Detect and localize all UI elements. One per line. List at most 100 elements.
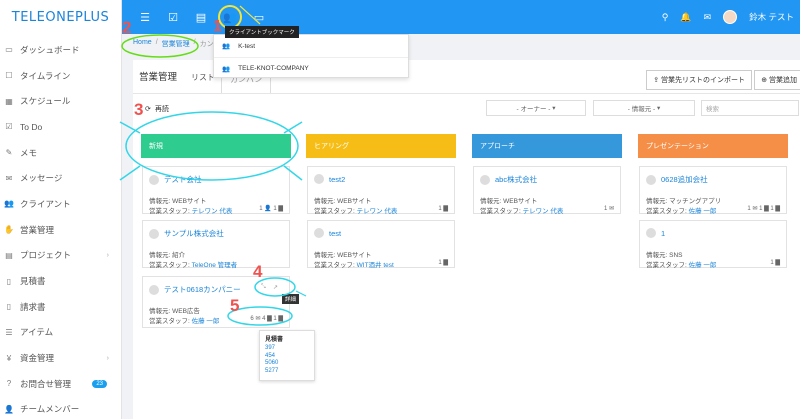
- card-counts: 1 ▇: [438, 206, 448, 212]
- annotation-number: 4: [253, 262, 263, 281]
- staff-link[interactable]: 佐藤 一郎: [192, 318, 220, 325]
- sidebar-item-team[interactable]: 👤 チームメンバー: [0, 397, 121, 419]
- search-icon[interactable]: ⚲: [662, 12, 669, 23]
- kanban-card[interactable]: テスト0618カンパニー ⤡ ↗ 情報元: WEB広告 営業スタッフ: 佐藤 一…: [142, 276, 290, 328]
- page-title: 営業管理: [139, 72, 178, 83]
- sidebar-item-invoice[interactable]: ▯ 請求書: [0, 294, 121, 320]
- avatar: [646, 228, 656, 238]
- kanban-card[interactable]: abc株式会社 情報元: WEBサイト 営業スタッフ: テレワン 代表 1 ✉: [473, 166, 621, 215]
- card-title[interactable]: テスト0618カンパニー: [164, 284, 241, 295]
- monitor-icon: ▭: [5, 45, 13, 55]
- search-input[interactable]: 検索: [701, 100, 799, 116]
- staff-link[interactable]: TeleOne 管理者: [192, 262, 238, 269]
- sidebar-item-message[interactable]: ✉ メッセージ: [0, 165, 121, 191]
- kanban-card[interactable]: テスト会社 情報元: WEBサイト 営業スタッフ: テレワン 代表 1 👤 1 …: [142, 166, 290, 215]
- card-counts: 1 ▇: [438, 260, 448, 266]
- estimate-link[interactable]: 5277: [265, 368, 309, 376]
- expand-icon[interactable]: ⤡: [261, 284, 266, 291]
- window-icon[interactable]: ▭: [248, 6, 270, 28]
- user-icon: 👤: [4, 404, 14, 414]
- sidebar-item-sales[interactable]: ✋ 営業管理: [0, 217, 121, 243]
- bookmark-item[interactable]: 👥 TELE-KNOT-COMPANY: [214, 57, 408, 79]
- breadcrumb-home[interactable]: Home: [133, 39, 152, 49]
- card-title[interactable]: 1: [661, 229, 665, 238]
- pencil-icon: ✎: [5, 148, 13, 158]
- card-counts: 6 ✉ 4 ▇ 1 ▇: [250, 316, 283, 322]
- checklist-icon[interactable]: ☑: [162, 6, 184, 28]
- staff-link[interactable]: テレワン 代表: [357, 208, 398, 215]
- card-title[interactable]: test2: [329, 175, 345, 184]
- users-icon: 👥: [4, 199, 14, 209]
- owner-select[interactable]: - オーナー - ▾: [486, 100, 586, 116]
- plus-icon: ⊕: [761, 77, 769, 84]
- refresh-icon: ⟳: [145, 106, 151, 113]
- sidebar-item-timeline[interactable]: ☐ タイムライン: [0, 63, 121, 89]
- kanban-card[interactable]: test2 情報元: WEBサイト 営業スタッフ: テレワン 代表 1 ▇: [307, 166, 455, 215]
- popup-title: 見積書: [265, 337, 284, 343]
- avatar: [149, 174, 159, 185]
- card-title[interactable]: サンプル株式会社: [164, 228, 224, 239]
- annotation-number: 2: [122, 18, 132, 37]
- sidebar-item-memo[interactable]: ✎ メモ: [0, 140, 121, 166]
- annotation-number: 5: [230, 296, 240, 315]
- staff-link[interactable]: 佐藤 一郎: [689, 208, 717, 215]
- inquiry-count-badge: 23: [92, 379, 107, 388]
- avatar: [480, 174, 490, 185]
- kanban-card[interactable]: test 情報元: WEBサイト 営業スタッフ: WIT酒井 test 1 ▇: [307, 220, 455, 269]
- import-button[interactable]: ⇪ 営業先リストのインポート: [646, 70, 752, 90]
- card-title[interactable]: abc株式会社: [495, 174, 537, 185]
- column-header-approach: アプローチ: [472, 134, 622, 158]
- menu-icon[interactable]: ☰: [134, 6, 156, 28]
- external-link-icon[interactable]: ↗: [273, 284, 278, 291]
- avatar: [149, 284, 159, 295]
- bookmark-item[interactable]: 👥 K-test: [214, 35, 408, 57]
- card-title[interactable]: 0628追加会社: [661, 174, 708, 185]
- card-title[interactable]: test: [329, 229, 341, 238]
- staff-link[interactable]: 佐藤 一郎: [689, 262, 717, 269]
- briefcase-icon[interactable]: ▤: [190, 6, 212, 28]
- sidebar-item-funds[interactable]: ¥ 資金管理 ›: [0, 345, 121, 371]
- avatar[interactable]: [723, 10, 738, 24]
- kanban-card[interactable]: 0628追加会社 情報元: マッチングアプリ 営業スタッフ: 佐藤 一郎 1 ✉…: [639, 166, 787, 215]
- square-icon: ☐: [5, 71, 13, 81]
- app-logo[interactable]: TELEONEPLUS: [0, 0, 121, 34]
- estimate-link[interactable]: 5060: [265, 360, 309, 368]
- source-select[interactable]: - 情報元 - ▾: [593, 100, 695, 116]
- annotation-number: 3: [134, 100, 144, 119]
- sidebar-item-inquiry[interactable]: ? お問合せ管理 23: [0, 371, 121, 397]
- sidebar-item-item[interactable]: ☰ アイテム: [0, 320, 121, 346]
- kanban-card[interactable]: サンプル株式会社 情報元: 紹介 営業スタッフ: TeleOne 管理者: [142, 220, 290, 269]
- estimate-link[interactable]: 454: [265, 353, 309, 361]
- column-header-presentation: プレゼンテーション: [638, 134, 788, 158]
- estimate-link[interactable]: 397: [265, 345, 309, 353]
- file-icon: ▯: [6, 302, 12, 312]
- sidebar-item-dashboard[interactable]: ▭ ダッシュボード: [0, 37, 121, 63]
- bell-icon[interactable]: 🔔: [680, 12, 691, 23]
- mail-icon[interactable]: ✉: [704, 12, 712, 23]
- staff-link[interactable]: テレワン 代表: [523, 208, 564, 215]
- staff-link[interactable]: テレワン 代表: [192, 208, 233, 215]
- users-icon: 👥: [222, 43, 231, 50]
- chevron-right-icon: ›: [106, 354, 109, 362]
- refresh-button[interactable]: ⟳ 再読: [145, 104, 169, 114]
- briefcase-icon: ▤: [5, 250, 13, 260]
- main-panel: 営業管理 リスト カンバン ⇪ 営業先リストのインポート ⊕ 営業追加 ⟳ 再読 …: [133, 60, 800, 419]
- sidebar: TELEONEPLUS ▭ ダッシュボード ☐ タイムライン ▦ スケジュール ☑ To…: [0, 0, 122, 419]
- column-header-new: 新規: [141, 134, 291, 158]
- sidebar-item-todo[interactable]: ☑ To Do: [0, 114, 121, 140]
- add-sales-button[interactable]: ⊕ 営業追加: [754, 70, 800, 90]
- avatar: [149, 228, 159, 239]
- card-counts: 1 ✉: [603, 206, 614, 212]
- card-title[interactable]: テスト会社: [164, 174, 202, 185]
- sidebar-item-schedule[interactable]: ▦ スケジュール: [0, 88, 121, 114]
- sidebar-item-estimate[interactable]: ▯ 見積書: [0, 268, 121, 294]
- sidebar-item-project[interactable]: ▤ プロジェクト ›: [0, 243, 121, 269]
- user-name[interactable]: 鈴木 テスト: [749, 11, 794, 23]
- upload-icon: ⇪: [653, 77, 661, 84]
- avatar: [646, 174, 656, 185]
- sidebar-item-client[interactable]: 👥 クライアント: [0, 191, 121, 217]
- breadcrumb-sales[interactable]: 営業管理: [162, 39, 190, 49]
- check-icon: ☑: [5, 122, 13, 132]
- kanban-card[interactable]: 1 情報元: SNS 営業スタッフ: 佐藤 一郎 1 ▇: [639, 220, 787, 269]
- staff-link[interactable]: WIT酒井 test: [357, 262, 394, 269]
